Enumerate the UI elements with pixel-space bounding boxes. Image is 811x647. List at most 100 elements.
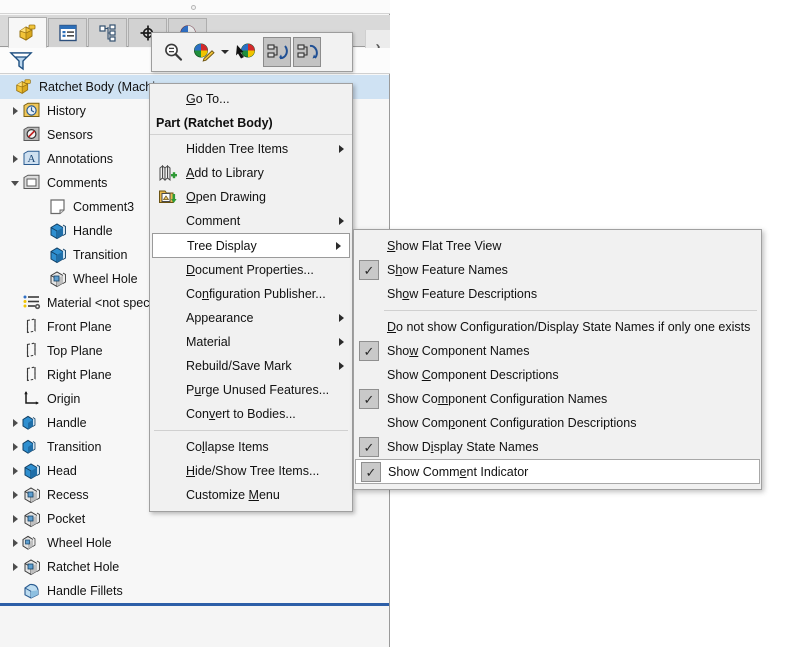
submenu-item-label: Show Component Descriptions <box>387 368 559 382</box>
apply-appearance-button[interactable] <box>233 37 261 67</box>
collapse-items-button[interactable] <box>263 37 291 67</box>
menu-item-open-drawing[interactable]: Open Drawing <box>150 185 352 209</box>
submenu-separator <box>384 310 757 311</box>
collapse-tree-icon <box>267 44 288 60</box>
submenu-item-show-comment-indicator[interactable]: ✓ Show Comment Indicator <box>355 459 760 484</box>
submenu-item-show-component-names[interactable]: ✓ Show Component Names <box>354 339 761 363</box>
cut-extrude-icon <box>22 485 42 505</box>
submenu-item-do-not-show-configuration-display-state-names-if-only-one-exists[interactable]: Do not show Configuration/Display State … <box>354 315 761 339</box>
tree-expander[interactable] <box>8 171 22 195</box>
menu-item-configuration-publisher[interactable]: Configuration Publisher... <box>150 282 352 306</box>
property-manager-tab[interactable] <box>48 18 87 47</box>
menu-item-label: Purge Unused Features... <box>186 383 330 397</box>
appearance-dropdown-caret[interactable] <box>219 37 231 67</box>
submenu-item-show-component-descriptions[interactable]: Show Component Descriptions <box>354 363 761 387</box>
submenu-item-show-flat-tree-view[interactable]: Show Flat Tree View <box>354 234 761 258</box>
yellow-part-icon <box>19 24 35 41</box>
submenu-arrow-icon <box>339 338 344 346</box>
root-expander[interactable] <box>0 75 14 99</box>
filter-funnel-icon[interactable] <box>8 49 34 73</box>
menu-item-comment[interactable]: Comment <box>150 209 352 233</box>
submenu-item-show-display-state-names[interactable]: ✓ Show Display State Names <box>354 435 761 459</box>
boss-extrude-icon <box>22 461 42 481</box>
menu-item-label: Customize Menu <box>186 488 280 502</box>
menu-item-add-to-library[interactable]: Add to Library <box>150 161 352 185</box>
plane-icon <box>22 317 42 337</box>
submenu-item-show-component-configuration-descriptions[interactable]: Show Component Configuration Description… <box>354 411 761 435</box>
menu-item-customize-menu[interactable]: Customize Menu <box>150 483 352 507</box>
submenu-item-show-component-configuration-names[interactable]: ✓ Show Component Configuration Names <box>354 387 761 411</box>
tree-row-spacer <box>34 195 48 219</box>
submenu-item-label: Show Component Names <box>387 344 530 358</box>
submenu-arrow-icon <box>339 314 344 322</box>
tree-row-spacer <box>8 363 22 387</box>
menu-item-material[interactable]: Material <box>150 330 352 354</box>
tree-expander[interactable] <box>8 99 22 123</box>
boss-extrude-icon <box>48 245 68 265</box>
menu-item-rebuild-save-mark[interactable]: Rebuild/Save Mark <box>150 354 352 378</box>
menu-item-document-properties[interactable]: Document Properties... <box>150 258 352 282</box>
menu-item-label: Add to Library <box>186 166 264 180</box>
expand-tree-icon <box>297 44 318 59</box>
tree-row[interactable]: Ratchet Hole <box>0 555 389 579</box>
boss-extrude-comment-icon <box>22 437 42 457</box>
configuration-manager-tab[interactable] <box>88 18 127 47</box>
submenu-item-show-feature-descriptions[interactable]: Show Feature Descriptions <box>354 282 761 306</box>
menu-item-hide-show-tree-items[interactable]: Hide/Show Tree Items... <box>150 459 352 483</box>
sensors-icon <box>22 125 42 145</box>
tree-item-label: Origin <box>47 391 81 406</box>
property-list-icon <box>58 24 77 42</box>
tree-item-label: Comments <box>47 175 108 190</box>
submenu-item-label: Show Feature Descriptions <box>387 287 538 301</box>
tree-expander[interactable] <box>8 459 22 483</box>
menu-item-collapse-items[interactable]: Collapse Items <box>150 435 352 459</box>
feature-manager-tab[interactable] <box>8 17 47 48</box>
tree-row[interactable]: Handle Fillets <box>0 579 389 603</box>
tree-expander[interactable] <box>8 483 22 507</box>
material-icon <box>22 293 42 313</box>
panel-pin-dot[interactable] <box>191 5 196 10</box>
menu-item-go-to[interactable]: Go To... <box>150 87 352 111</box>
edit-appearance-button[interactable] <box>189 37 217 67</box>
menu-item-label: Document Properties... <box>186 263 314 277</box>
menu-item-appearance[interactable]: Appearance <box>150 306 352 330</box>
tree-expander[interactable] <box>8 531 22 555</box>
submenu-item-label: Show Comment Indicator <box>388 464 529 479</box>
tree-row-spacer <box>34 243 48 267</box>
tree-expander[interactable] <box>8 507 22 531</box>
add-library-icon <box>158 163 178 183</box>
annotations-icon: A <box>22 149 42 169</box>
menu-item-label: Tree Display <box>187 238 257 253</box>
tree-item-label: Top Plane <box>47 343 103 358</box>
tree-expander[interactable] <box>8 147 22 171</box>
submenu-item-show-feature-names[interactable]: ✓ Show Feature Names <box>354 258 761 282</box>
menu-item-label: Go To... <box>186 92 230 106</box>
context-menu-header: Part (Ratchet Body) <box>150 111 352 135</box>
cut-extrude-icon <box>48 269 68 289</box>
tree-row-spacer <box>8 579 22 603</box>
menu-item-tree-display[interactable]: Tree Display <box>152 233 350 258</box>
tree-expander[interactable] <box>8 555 22 579</box>
menu-item-convert-to-bodies[interactable]: Convert to Bodies... <box>150 402 352 426</box>
menu-item-purge-unused-features[interactable]: Purge Unused Features... <box>150 378 352 402</box>
history-icon <box>22 101 42 121</box>
checkmark-icon: ✓ <box>359 341 379 361</box>
submenu-item-label: Show Flat Tree View <box>387 239 502 253</box>
tree-expander[interactable] <box>8 411 22 435</box>
tree-item-label: Comment3 <box>73 199 135 214</box>
expand-items-button[interactable] <box>293 37 321 67</box>
context-menu: Go To... Part (Ratchet Body) Hidden Tree… <box>149 83 353 512</box>
tree-item-label: Transition <box>47 439 102 454</box>
tree-row-spacer <box>8 339 22 363</box>
menu-item-hidden-tree-items[interactable]: Hidden Tree Items <box>150 137 352 161</box>
submenu-arrow-icon <box>339 145 344 153</box>
tree-expander[interactable] <box>8 435 22 459</box>
tree-row[interactable]: Wheel Hole <box>0 531 389 555</box>
cut-extrude-icon <box>22 509 42 529</box>
zoom-to-selection-button[interactable] <box>159 37 187 67</box>
menu-item-label: Material <box>186 335 231 349</box>
submenu-item-label: Show Feature Names <box>387 263 508 277</box>
context-toolbar <box>151 32 353 72</box>
tree-item-label: Handle <box>47 415 87 430</box>
tree-item-label: Handle Fillets <box>47 583 123 598</box>
